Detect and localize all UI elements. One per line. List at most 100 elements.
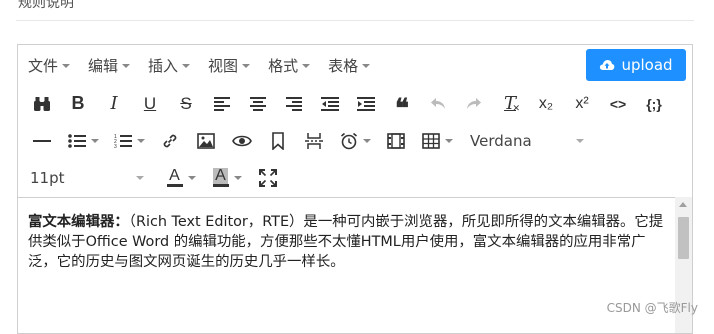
strikethrough-icon: S bbox=[180, 93, 192, 113]
bold-term: 富文本编辑器： bbox=[28, 214, 129, 230]
indent-button[interactable] bbox=[348, 89, 384, 119]
film-icon bbox=[387, 132, 405, 149]
chevron-down-icon bbox=[136, 175, 144, 180]
quote-icon: ❝ bbox=[395, 93, 409, 124]
outdent-icon bbox=[321, 96, 339, 111]
bold-icon: B bbox=[71, 93, 85, 113]
chevron-down-icon bbox=[362, 138, 371, 143]
underline-button[interactable]: U bbox=[132, 89, 168, 119]
superscript-icon: x² bbox=[575, 94, 589, 112]
table-icon bbox=[421, 132, 440, 149]
align-left-button[interactable] bbox=[204, 89, 240, 119]
chevron-down-icon bbox=[576, 138, 584, 143]
scroll-up-arrow-icon[interactable] bbox=[679, 202, 687, 207]
font-family-select[interactable]: Verdana bbox=[464, 126, 590, 156]
eye-icon bbox=[232, 135, 252, 146]
subscript-icon: x₂ bbox=[538, 94, 554, 112]
find-button[interactable] bbox=[24, 89, 60, 119]
blockquote-button[interactable]: ❝ bbox=[384, 89, 420, 124]
toolbar-row-3: 11pt A A bbox=[18, 159, 692, 196]
page-break-button[interactable] bbox=[296, 126, 332, 156]
chevron-down-icon bbox=[444, 138, 453, 143]
align-right-icon bbox=[286, 96, 302, 111]
media-button[interactable] bbox=[378, 126, 414, 156]
menu-insert[interactable]: 插入 bbox=[148, 52, 191, 78]
menu-edit-label: 编辑 bbox=[88, 56, 119, 75]
numbered-list-icon: 1 2 3 bbox=[114, 134, 132, 149]
subscript-button[interactable]: x₂ bbox=[528, 89, 564, 119]
bg-color-swatch bbox=[212, 184, 229, 187]
align-center-icon bbox=[250, 96, 266, 111]
fullscreen-button[interactable] bbox=[250, 163, 286, 193]
chevron-down-icon bbox=[242, 64, 251, 68]
menu-file-label: 文件 bbox=[28, 56, 59, 75]
chevron-down-icon bbox=[362, 64, 371, 68]
outdent-button[interactable] bbox=[312, 89, 348, 119]
menu-view-label: 视图 bbox=[208, 56, 239, 75]
indent-icon bbox=[357, 96, 375, 111]
scroll-thumb[interactable] bbox=[678, 217, 689, 259]
binoculars-icon bbox=[34, 96, 50, 111]
svg-text:3: 3 bbox=[114, 144, 117, 149]
toolbar-row-2: 1 2 3 Verdana bbox=[18, 122, 692, 159]
align-right-button[interactable] bbox=[276, 89, 312, 119]
horizontal-rule-button[interactable] bbox=[24, 126, 60, 156]
datetime-button[interactable] bbox=[332, 126, 378, 156]
chevron-down-icon bbox=[90, 138, 99, 143]
align-center-button[interactable] bbox=[240, 89, 276, 119]
code-icon: <> bbox=[609, 95, 627, 112]
menubar: 文件 编辑 插入 视图 格式 表格 upload bbox=[18, 45, 692, 85]
bg-color-glyph: A bbox=[213, 167, 228, 184]
table-button[interactable] bbox=[414, 126, 460, 156]
upload-button[interactable]: upload bbox=[586, 49, 686, 81]
alarm-clock-icon bbox=[340, 132, 357, 149]
text-color-icon: A bbox=[166, 167, 183, 187]
content-paragraph: 富文本编辑器：（Rich Text Editor，RTE）是一种可内嵌于浏览器，… bbox=[28, 212, 670, 272]
strikethrough-button[interactable]: S bbox=[168, 89, 204, 119]
numbered-list-button[interactable]: 1 2 3 bbox=[106, 126, 152, 156]
highlight-color-icon: A bbox=[212, 167, 229, 187]
undo-button[interactable] bbox=[420, 89, 456, 119]
code-button[interactable]: <> bbox=[600, 89, 636, 119]
close-icon: ✕ bbox=[512, 103, 520, 114]
superscript-button[interactable]: x² bbox=[564, 89, 600, 119]
chevron-down-icon bbox=[122, 64, 131, 68]
font-color-button[interactable]: A bbox=[158, 163, 204, 193]
upload-label: upload bbox=[621, 56, 673, 74]
font-color-swatch bbox=[166, 184, 183, 187]
image-button[interactable] bbox=[188, 126, 224, 156]
menu-edit[interactable]: 编辑 bbox=[88, 52, 131, 78]
bullet-list-icon bbox=[67, 133, 86, 148]
menu-table[interactable]: 表格 bbox=[328, 52, 371, 78]
code-block-icon: {;} bbox=[646, 95, 662, 112]
bullet-list-button[interactable] bbox=[60, 126, 106, 156]
underline-icon: U bbox=[143, 93, 157, 113]
font-size-select[interactable]: 11pt bbox=[24, 163, 150, 193]
chevron-down-icon bbox=[62, 64, 71, 68]
clear-format-button[interactable]: T ✕ bbox=[492, 89, 528, 119]
redo-icon bbox=[467, 97, 481, 109]
chevron-down-icon bbox=[182, 64, 191, 68]
bold-button[interactable]: B bbox=[60, 89, 96, 119]
font-family-value: Verdana bbox=[470, 131, 532, 150]
italic-icon: I bbox=[110, 93, 118, 114]
toolbar-row-1: B I U S ❝ T ✕ x₂ x² <> {;} bbox=[18, 85, 692, 124]
rich-text-editor: 文件 编辑 插入 视图 格式 表格 upload B I U S ❝ T ✕ x… bbox=[17, 44, 693, 334]
link-button[interactable] bbox=[152, 126, 188, 156]
menu-view[interactable]: 视图 bbox=[208, 52, 251, 78]
bookmark-button[interactable] bbox=[260, 126, 296, 156]
menu-format-label: 格式 bbox=[268, 56, 299, 75]
menu-file[interactable]: 文件 bbox=[28, 52, 71, 78]
preview-button[interactable] bbox=[224, 126, 260, 156]
code-block-button[interactable]: {;} bbox=[636, 89, 672, 119]
menu-format[interactable]: 格式 bbox=[268, 52, 311, 78]
font-color-glyph: A bbox=[169, 167, 180, 184]
font-size-value: 11pt bbox=[30, 168, 65, 187]
redo-button[interactable] bbox=[456, 89, 492, 119]
page-break-icon bbox=[305, 132, 323, 149]
background-color-button[interactable]: A bbox=[204, 163, 250, 193]
editor-content[interactable]: 富文本编辑器：（Rich Text Editor，RTE）是一种可内嵌于浏览器，… bbox=[18, 197, 692, 333]
chevron-down-icon bbox=[302, 64, 311, 68]
italic-button[interactable]: I bbox=[96, 89, 132, 119]
section-heading: 规则说明 bbox=[18, 0, 74, 11]
